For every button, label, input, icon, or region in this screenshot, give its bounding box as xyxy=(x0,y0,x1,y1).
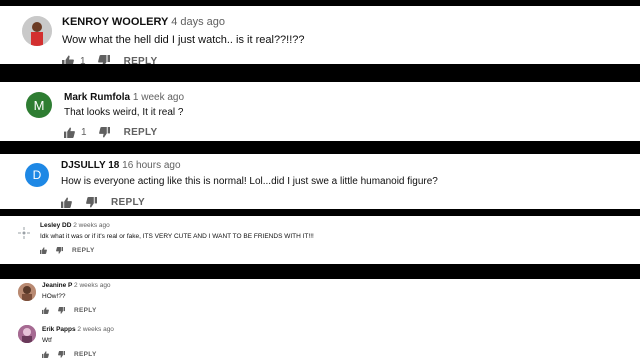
comment-text: That looks weird, It it real ? xyxy=(64,107,184,118)
like-button[interactable] xyxy=(62,55,74,64)
comment-author[interactable]: Jeanine P xyxy=(42,282,72,289)
reply-button[interactable]: REPLY xyxy=(74,351,97,358)
avatar-photo-icon xyxy=(18,325,36,343)
like-button[interactable] xyxy=(61,197,72,208)
like-button[interactable] xyxy=(40,247,47,254)
comment-header: Erik Papps 2 weeks ago xyxy=(42,326,114,333)
comment-panel: D DJSULLY 18 16 hours ago How is everyon… xyxy=(0,154,640,209)
reply-button[interactable]: REPLY xyxy=(74,307,97,314)
avatar-letter: D xyxy=(32,168,42,182)
thumbs-down-icon xyxy=(86,197,97,208)
avatar-letter: M xyxy=(33,97,45,113)
comment-header: Mark Rumfola 1 week ago xyxy=(64,92,184,103)
like-button[interactable] xyxy=(42,351,49,358)
comment-panel: M Mark Rumfola 1 week ago That looks wei… xyxy=(0,82,640,141)
comment-text: Idk what it was or if it's real or fake,… xyxy=(40,233,314,240)
reply-button[interactable]: REPLY xyxy=(124,127,158,138)
comment-author[interactable]: Erik Papps xyxy=(42,326,76,333)
comment-text: Wow what the hell did I just watch.. is … xyxy=(62,34,305,46)
avatar[interactable] xyxy=(22,16,52,46)
comment-panel: KENROY WOOLERY 4 days ago Wow what the h… xyxy=(0,6,640,64)
dislike-button[interactable] xyxy=(56,247,63,254)
avatar-photo-icon xyxy=(18,283,36,301)
comment-time[interactable]: 2 weeks ago xyxy=(74,282,111,289)
avatar-photo-icon xyxy=(22,16,52,46)
comment-time[interactable]: 2 weeks ago xyxy=(73,222,110,229)
thumbs-down-icon xyxy=(97,55,110,64)
reply-button[interactable]: REPLY xyxy=(124,56,158,65)
thumbs-up-icon xyxy=(42,307,49,314)
comment-header: Jeanine P 2 weeks ago xyxy=(42,282,111,289)
comment-actions: REPLY xyxy=(40,247,95,254)
comment-actions: 1 REPLY xyxy=(62,55,157,64)
thumbs-up-icon xyxy=(61,197,72,208)
avatar[interactable] xyxy=(18,325,36,343)
comment-actions: REPLY xyxy=(42,307,97,314)
comment-header: Lesley DD 2 weeks ago xyxy=(40,222,110,229)
comment-author[interactable]: Mark Rumfola xyxy=(64,92,130,103)
thumbs-down-icon xyxy=(98,127,110,138)
like-button[interactable] xyxy=(42,307,49,314)
thumbs-down-icon xyxy=(58,351,65,358)
comment-time[interactable]: 1 week ago xyxy=(133,92,184,103)
reply-button[interactable]: REPLY xyxy=(72,247,95,254)
comment-text: Wtf xyxy=(42,337,52,344)
comment-time[interactable]: 4 days ago xyxy=(171,16,225,28)
avatar-sparkle-icon xyxy=(18,227,30,239)
avatar[interactable]: M xyxy=(26,92,52,118)
thumbs-down-icon xyxy=(58,307,65,314)
comment-text: How is everyone acting like this is norm… xyxy=(61,176,438,187)
dislike-button[interactable] xyxy=(86,197,97,208)
thumbs-up-icon xyxy=(42,351,49,358)
comment-author[interactable]: Lesley DD xyxy=(40,222,71,229)
avatar[interactable] xyxy=(16,225,32,241)
reply-button[interactable]: REPLY xyxy=(111,197,145,208)
dislike-button[interactable] xyxy=(58,307,65,314)
dislike-button[interactable] xyxy=(98,127,110,138)
comment-header: DJSULLY 18 16 hours ago xyxy=(61,160,181,171)
thumbs-down-icon xyxy=(56,247,63,254)
comment-author[interactable]: KENROY WOOLERY xyxy=(62,16,168,28)
thumbs-up-icon xyxy=(40,247,47,254)
comment-actions: REPLY xyxy=(42,351,97,358)
dislike-button[interactable] xyxy=(97,55,110,64)
comment-actions: 1 REPLY xyxy=(64,127,157,138)
thumbs-up-icon xyxy=(64,127,75,138)
thumbs-up-icon xyxy=(62,55,74,64)
avatar[interactable] xyxy=(18,283,36,301)
like-count: 1 xyxy=(80,55,86,65)
like-button[interactable] xyxy=(64,127,75,138)
avatar[interactable]: D xyxy=(25,163,49,187)
comment-header: KENROY WOOLERY 4 days ago xyxy=(62,16,225,28)
like-count: 1 xyxy=(81,127,87,138)
comment-text: HOw!?? xyxy=(42,293,66,300)
comment-actions: REPLY xyxy=(61,197,145,208)
comment-author[interactable]: DJSULLY 18 xyxy=(61,160,119,171)
comment-time[interactable]: 16 hours ago xyxy=(122,160,180,171)
dislike-button[interactable] xyxy=(58,351,65,358)
comment-panel: Jeanine P 2 weeks ago HOw!?? REPLY Erik … xyxy=(0,279,640,360)
comment-time[interactable]: 2 weeks ago xyxy=(77,326,114,333)
comment-panel: Lesley DD 2 weeks ago Idk what it was or… xyxy=(0,216,640,264)
